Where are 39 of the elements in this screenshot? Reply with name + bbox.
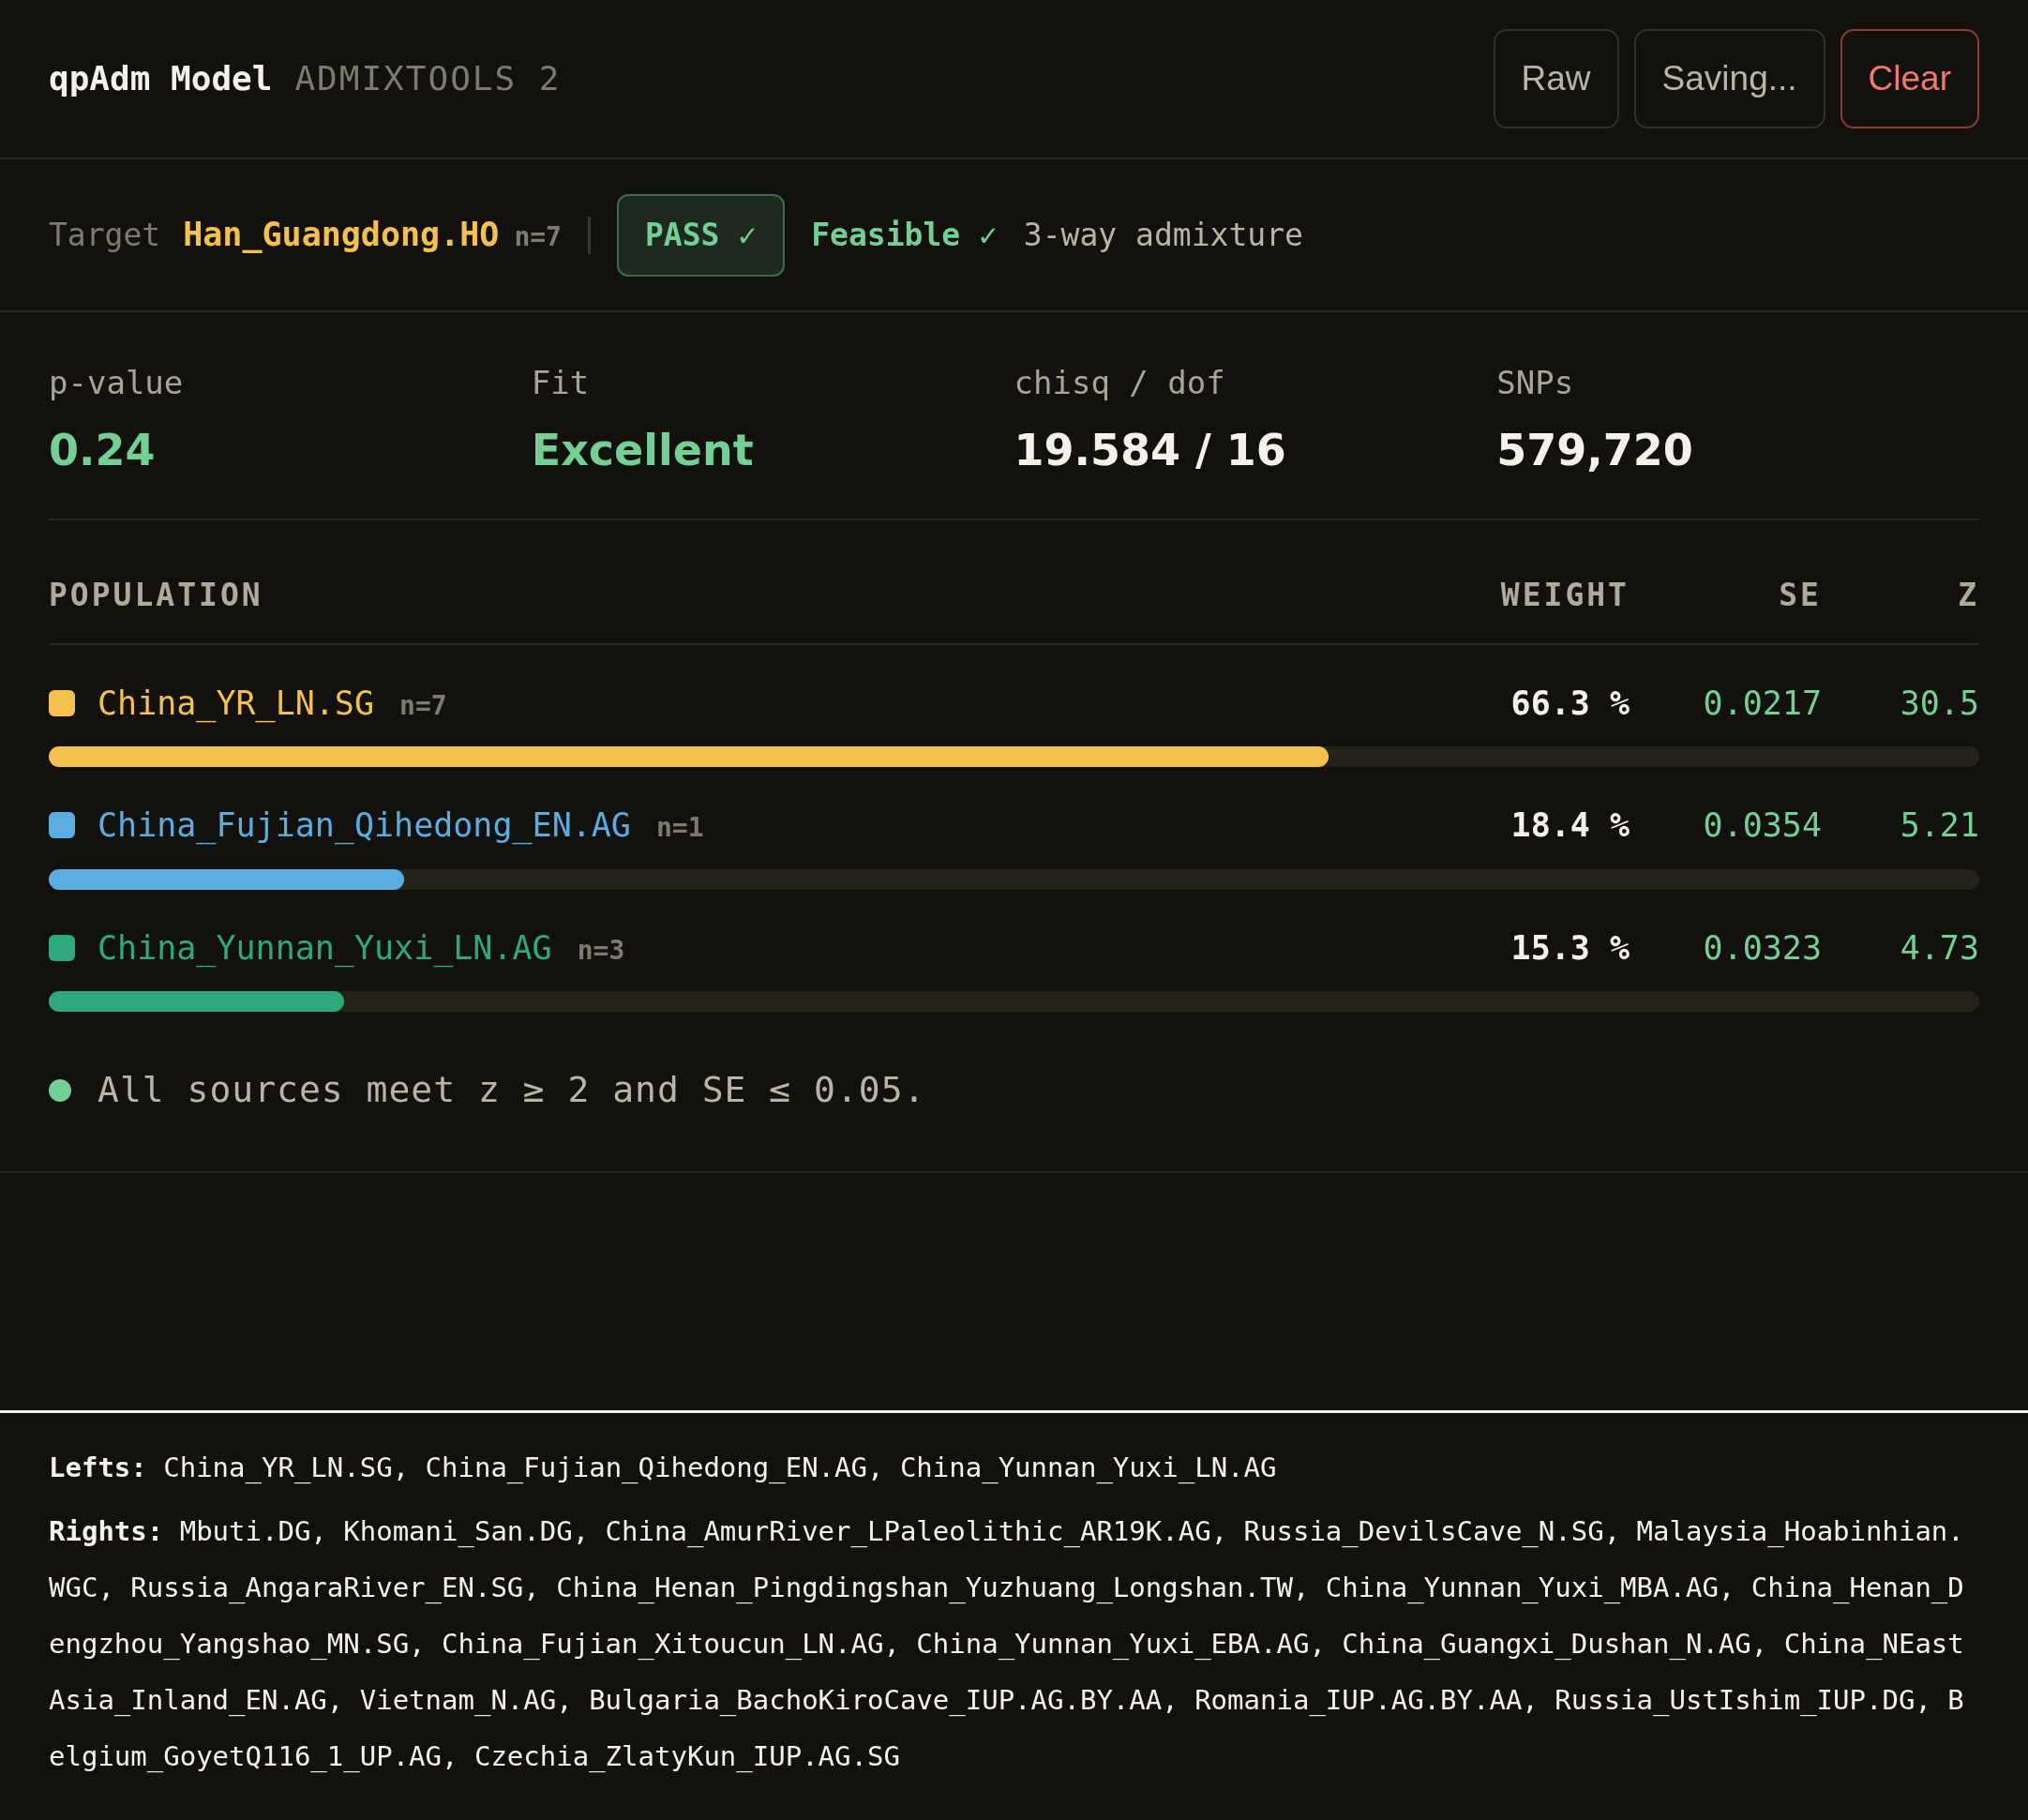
feasible-label: Feasible ✓ (811, 215, 998, 255)
rights-text: Rights: Mbuti.DG, Khomani_San.DG, China_AmurRiver_LPaleolithic_AR19K.AG, Russia_DevilsCave_N.SG, Malaysia_Hoabinhian.WGC, Russia_AngaraRiver_EN.SG, China_Henan_Pingdingshan_Yuzhuang_Longshan.TW, China_Yunnan_Yuxi_MBA.AG, China_Henan_Dengzhou_Yangshao_MN.SG, China_Fujian_Xitoucun_LN.AG, China_Yunnan_Yuxi_EBA.AG, China_Guangxi_Dushan_N.AG, China_NEastAsia_Inland_EN.AG, Vietnam_N.AG, Bulgaria_BachoKiroCave_IUP.AG.BY.AA, Romania_IUP.AG.BY.AA, Russia_UstIshim_IUP.DG, Belgium_GoyetQ116_1_UP.AG, Czechia_ZlatyKun_IUP.AG.SG (49, 1514, 1965, 1774)
z-cell-text: 5.21 (1899, 805, 1979, 846)
target-label: Target (49, 216, 161, 256)
metric-label: p-value (49, 363, 185, 403)
se-cell-text: 0.0217 (1702, 683, 1822, 724)
column-header: Z (1957, 576, 1979, 615)
z-cell-text: 4.73 (1899, 927, 1979, 969)
metric-value: 0.24 (49, 424, 157, 477)
metric-label: chisq / dof (1014, 363, 1226, 403)
app-subtitle: ADMIXTOOLS 2 (294, 58, 562, 99)
population-name: China_Yunnan_Yuxi_LN.AG n=3 (98, 927, 625, 970)
population-name: China_YR_LN.SG n=7 (98, 683, 447, 725)
app-title: qpAdm Model (49, 58, 273, 99)
weight-cell-text: 18.4 % (1510, 805, 1630, 846)
target-name: Han_Guangdong.HO (183, 215, 500, 256)
lefts-text: Lefts: China_YR_LN.SG, China_Fujian_Qihedong_EN.AG, China_Yunnan_Yuxi_LN.AG (49, 1451, 1278, 1485)
note-text: All sources meet z ≥ 2 and SE ≤ 0.05. (98, 1068, 926, 1112)
clear-button[interactable]: Clear (1840, 29, 1979, 128)
toolbar-button[interactable]: Raw (1493, 29, 1619, 128)
se-cell-text: 0.0323 (1702, 927, 1822, 969)
status-dot (49, 1078, 71, 1102)
column-header: POPULATION (49, 576, 264, 615)
weight-cell-text: 15.3 % (1510, 927, 1630, 969)
metric-value: 19.584 / 16 (1014, 424, 1287, 477)
population-name: China_Fujian_Qihedong_EN.AG n=1 (98, 805, 704, 847)
metric-label: SNPs (1496, 363, 1575, 403)
metric-label: Fit (531, 363, 591, 403)
toolbar-button[interactable]: Saving... (1633, 29, 1825, 128)
se-cell-text: 0.0354 (1702, 805, 1822, 846)
z-cell-text: 30.5 (1899, 683, 1979, 724)
sample-count: n=7 (514, 220, 562, 255)
model-label: 3-way admixture (1023, 215, 1303, 255)
pass-badge: PASS ✓ (616, 193, 786, 277)
metric-value: 579,720 (1496, 424, 1694, 477)
metric-value: Excellent (531, 424, 755, 477)
column-header: WEIGHT (1499, 576, 1630, 615)
weight-cell-text: 66.3 % (1510, 683, 1630, 724)
column-header: SE (1778, 576, 1822, 615)
